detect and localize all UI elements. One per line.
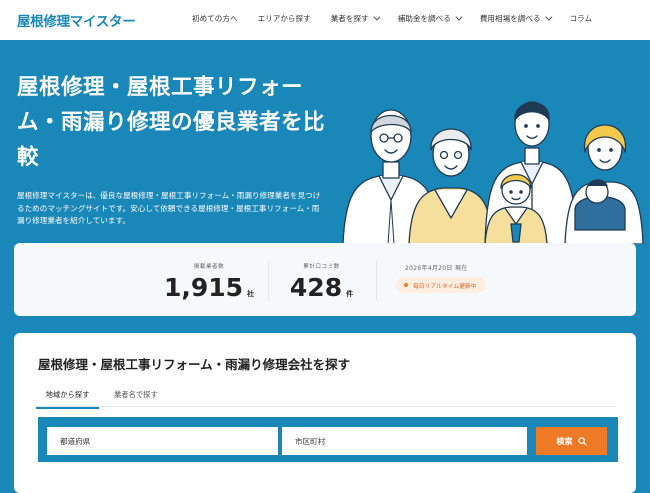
nav-item-find-companies[interactable]: 業者を探す [330, 13, 381, 24]
stat-reviews: 累計口コミ数 428 件 [274, 243, 369, 302]
nav-item-label: コラム [569, 14, 593, 23]
city-placeholder: 市区町村 [295, 436, 326, 446]
prefecture-select[interactable]: 都道府県 [47, 427, 278, 455]
nav-item-label: 補助金を調べる [397, 14, 451, 23]
status-dot-icon [404, 283, 408, 287]
chevron-down-icon [373, 13, 381, 21]
search-title: 屋根修理・屋根工事リフォーム・雨漏り修理会社を探す [38, 357, 351, 372]
site-header: 屋根修理マイスター 初めての方へ エリアから探す 業者を探す 補助金を調べる 費… [0, 0, 650, 40]
nav-item-subsidy[interactable]: 補助金を調べる [397, 13, 463, 24]
stat-value-wrap: 428 件 [290, 273, 353, 302]
nav-item-label: 費用相場を調べる [479, 14, 541, 23]
nav-item-label: 業者を探す [330, 14, 369, 23]
stat-value-wrap: 1,915 社 [164, 273, 254, 302]
search-card: 屋根修理・屋根工事リフォーム・雨漏り修理会社を探す 地域から探す 業者名で探す … [14, 333, 636, 493]
tab-company-name[interactable]: 業者名で探す [114, 390, 158, 400]
prefecture-placeholder: 都道府県 [60, 436, 91, 446]
nav-item-cost[interactable]: 費用相場を調べる [479, 13, 553, 24]
stat-unit: 件 [346, 290, 354, 298]
badge-label: 毎日リアルタイム更新中 [413, 283, 477, 290]
main-nav: 初めての方へ エリアから探す 業者を探す 補助金を調べる 費用相場を調べる コラ… [192, 13, 612, 24]
tab-divider [36, 406, 616, 407]
search-bar: 都道府県 市区町村 検索 [38, 417, 618, 462]
stat-value: 1,915 [163, 273, 244, 302]
stat-value: 428 [289, 273, 343, 302]
stat-label: 累計口コミ数 [303, 264, 340, 270]
realtime-badge: 毎日リアルタイム更新中 [396, 277, 486, 293]
stat-companies: 掲載業者数 1,915 社 [154, 243, 264, 302]
divider [268, 261, 269, 301]
chevron-down-icon [455, 13, 463, 21]
nav-item-column[interactable]: コラム [570, 13, 593, 24]
chevron-down-icon [544, 13, 553, 21]
family-illustration [342, 101, 644, 244]
stats-card: 掲載業者数 1,915 社 累計口コミ数 428 件 [14, 243, 636, 316]
stats-date: 2026年4月20日 現在 [405, 265, 468, 272]
hero-description: 屋根修理マイスターは、優良な屋根修理・屋根工事リフォーム・雨漏り修理業者を見つけ… [17, 191, 321, 225]
hero-title: 屋根修理・屋根工事リフォーム・雨漏り修理の優良業者を比較 [17, 75, 326, 170]
search-button[interactable]: 検索 [536, 427, 607, 455]
nav-item-area[interactable]: エリアから探す [258, 13, 311, 24]
city-select[interactable]: 市区町村 [282, 427, 527, 455]
search-icon [577, 436, 587, 446]
search-button-label: 検索 [556, 436, 573, 446]
nav-item-label: エリアから探す [257, 14, 311, 23]
nav-item-label: 初めての方へ [192, 14, 238, 23]
divider [376, 261, 377, 301]
stat-unit: 社 [247, 290, 255, 298]
nav-item-first-time[interactable]: 初めての方へ [192, 13, 238, 24]
stat-label: 掲載業者数 [193, 264, 225, 270]
site-logo[interactable]: 屋根修理マイスター [17, 10, 136, 30]
